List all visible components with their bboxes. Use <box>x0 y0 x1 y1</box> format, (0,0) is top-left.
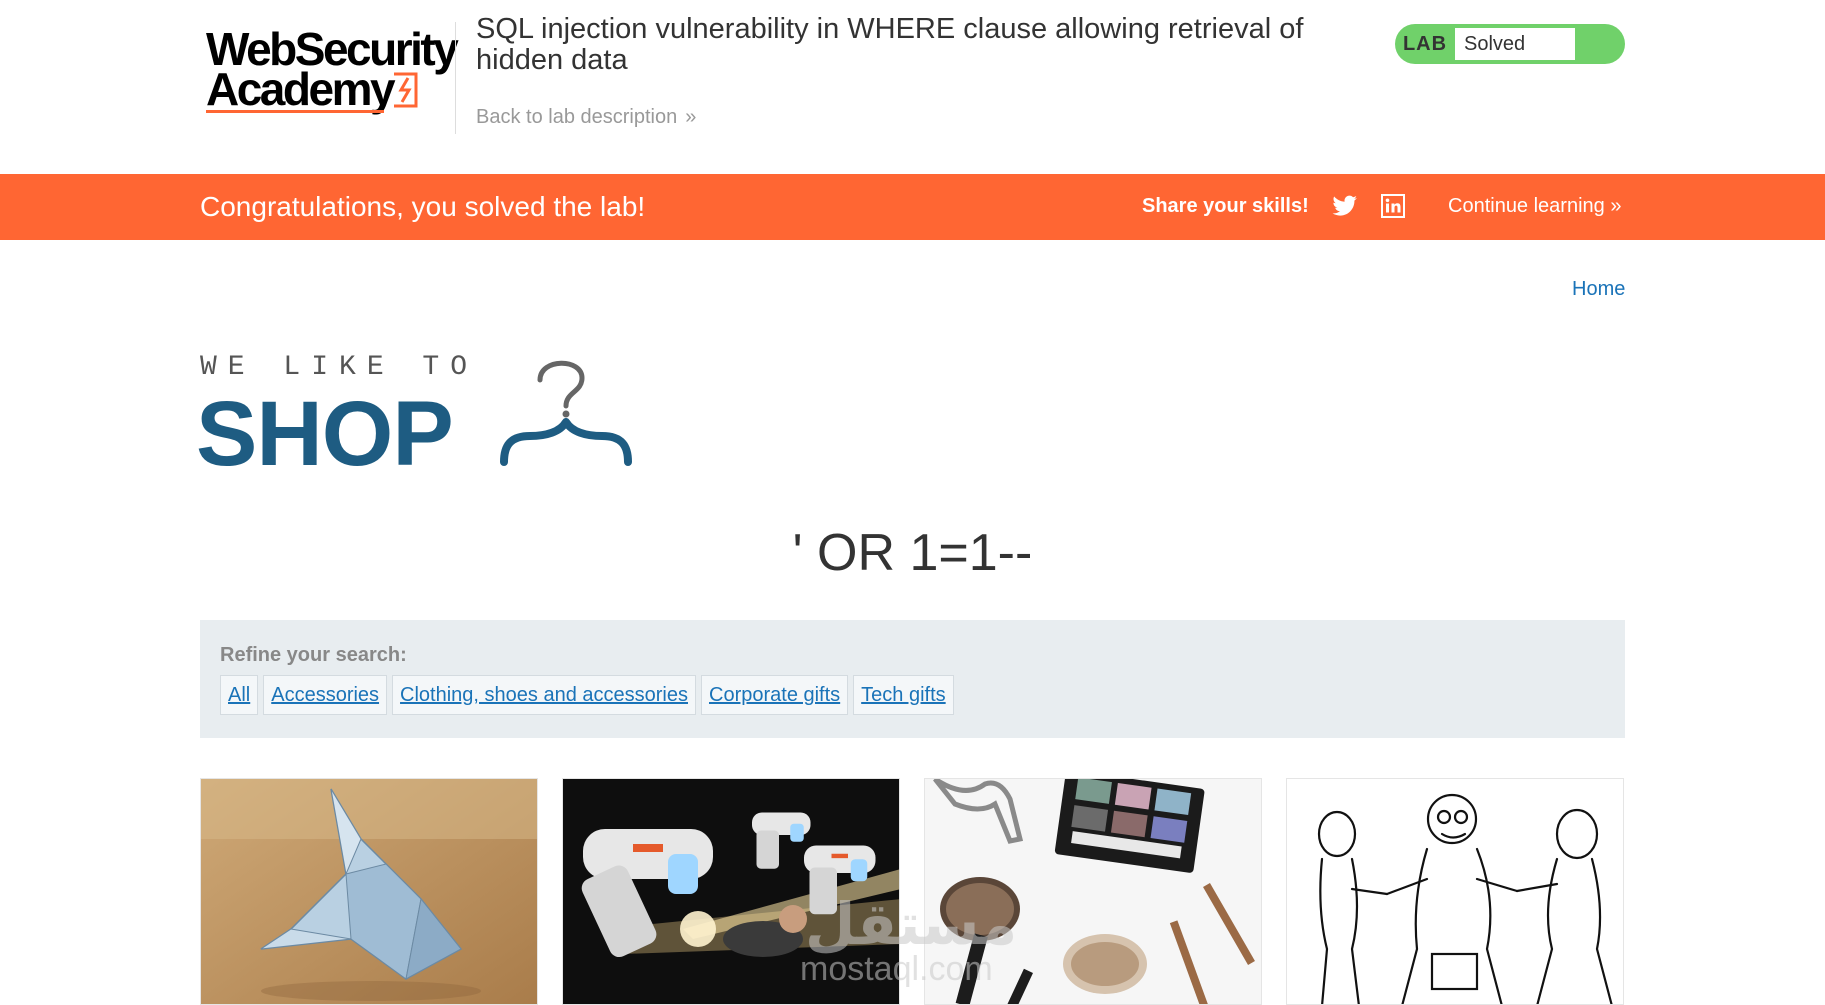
product-image-laser-tag <box>563 779 899 1004</box>
solved-banner: Congratulations, you solved the lab! Sha… <box>0 174 1825 240</box>
category-all[interactable]: All <box>220 675 259 715</box>
shop-tagline: WE LIKE TO <box>200 352 479 383</box>
lab-status-badge: LAB Solved <box>1395 24 1625 64</box>
lab-tag: LAB <box>1402 33 1448 55</box>
product-image-origami-bird <box>201 779 537 1004</box>
back-link-label: Back to lab description <box>476 106 678 128</box>
category-tech-gifts[interactable]: Tech gifts <box>853 675 954 715</box>
continue-learning-link[interactable]: Continue learning » <box>1448 195 1621 218</box>
congratulations-message: Congratulations, you solved the lab! <box>200 191 646 222</box>
continue-learning-label: Continue learning <box>1448 195 1605 217</box>
logo-line2: Academy <box>206 63 396 115</box>
product-card[interactable] <box>200 778 538 1005</box>
lab-title: SQL injection vulnerability in WHERE cla… <box>476 13 1304 76</box>
logo-underline <box>206 110 384 113</box>
shop-logo: WE LIKE TO SHOP <box>196 350 650 485</box>
back-to-lab-description-link[interactable]: Back to lab description » <box>476 106 696 129</box>
product-image-makeup <box>925 779 1261 1004</box>
lab-header: WebSecurity Academy SQL injection vulner… <box>0 0 1825 174</box>
twitter-icon[interactable] <box>1332 194 1358 218</box>
logo-bolt-icon <box>394 72 418 108</box>
linkedin-icon[interactable] <box>1381 194 1405 218</box>
shop-title: SHOP <box>196 383 454 485</box>
product-card[interactable] <box>1286 778 1624 1005</box>
home-link[interactable]: Home <box>1572 278 1625 301</box>
category-list: All Accessories Clothing, shoes and acce… <box>220 675 954 715</box>
category-clothing-shoes-accessories[interactable]: Clothing, shoes and accessories <box>392 675 696 715</box>
double-chevron-right-icon: » <box>1610 195 1622 217</box>
product-card[interactable] <box>924 778 1262 1005</box>
header-divider <box>455 22 456 134</box>
product-card[interactable] <box>562 778 900 1005</box>
category-corporate-gifts[interactable]: Corporate gifts <box>701 675 849 715</box>
category-filters: Refine your search: All Accessories Clot… <box>200 620 1625 738</box>
category-accessories[interactable]: Accessories <box>263 675 388 715</box>
search-results-heading: ' OR 1=1-- <box>792 524 1033 582</box>
product-grid <box>200 778 1625 1005</box>
refine-search-label: Refine your search: <box>220 644 407 666</box>
hanger-icon <box>500 360 632 466</box>
web-security-academy-logo[interactable]: WebSecurity Academy <box>200 20 460 138</box>
share-skills-label: Share your skills! <box>1142 195 1309 217</box>
double-chevron-right-icon: » <box>685 106 697 128</box>
lab-status-text: Solved <box>1455 28 1575 60</box>
product-image-cartoon <box>1287 779 1623 1004</box>
